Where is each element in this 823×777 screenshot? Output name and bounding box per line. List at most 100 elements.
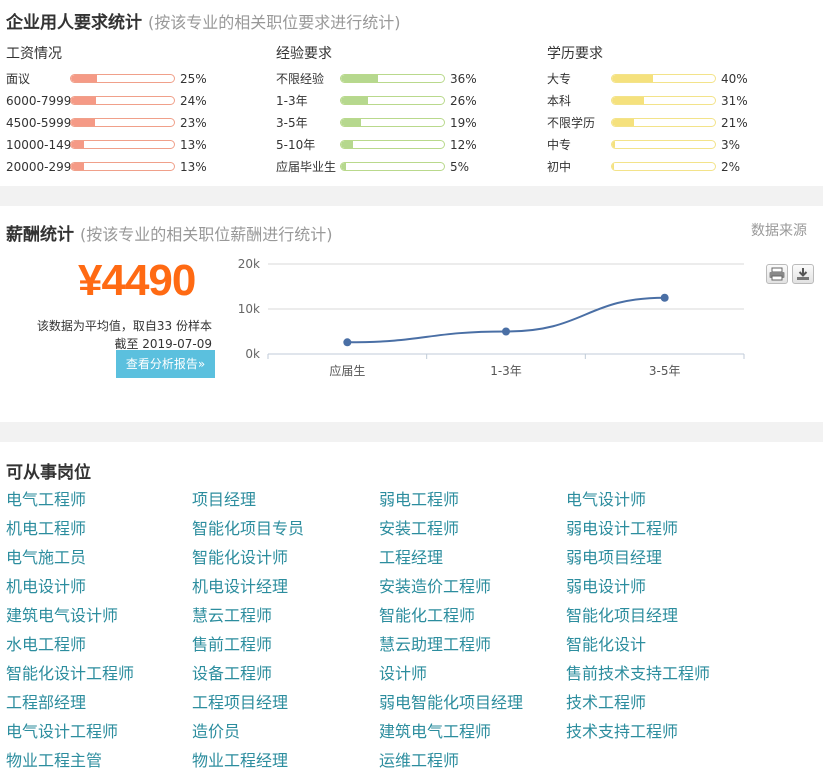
download-icon: [797, 268, 809, 280]
position-link[interactable]: 物业工程经理: [192, 747, 288, 771]
data-point: [502, 327, 510, 336]
experience-progress-fill: [341, 75, 379, 82]
position-link[interactable]: 慧云工程师: [192, 602, 272, 626]
position-link[interactable]: 售前工程师: [192, 631, 272, 655]
position-link[interactable]: 智能化项目专员: [192, 515, 304, 539]
education-percent: 40%: [721, 72, 748, 86]
salary-progress-bar: [70, 140, 175, 149]
experience-progress-bar: [340, 96, 445, 105]
salary-percent: 13%: [180, 160, 207, 174]
experience-progress-bar: [340, 118, 445, 127]
position-link[interactable]: 电气工程师: [6, 486, 86, 510]
experience-label: 1-3年: [276, 94, 308, 108]
position-link[interactable]: 智能化工程师: [379, 602, 475, 626]
salary-heading: 工资情况: [6, 46, 62, 62]
education-row: 大专 40%: [547, 68, 817, 90]
experience-heading: 经验要求: [276, 46, 332, 62]
position-link[interactable]: 工程部经理: [6, 689, 86, 713]
y-tick-label: 20k: [238, 257, 260, 271]
position-link[interactable]: 设备工程师: [192, 660, 272, 684]
salary-row: 6000-7999 24%: [6, 90, 276, 112]
position-link[interactable]: 机电工程师: [6, 515, 86, 539]
section-divider: [0, 186, 823, 206]
position-link[interactable]: 智能化项目经理: [566, 602, 678, 626]
education-progress-fill: [612, 75, 654, 82]
position-link[interactable]: 电气设计师: [566, 486, 646, 510]
salary-row: 4500-5999 23%: [6, 112, 276, 134]
salary-progress-bar: [70, 162, 175, 171]
position-link[interactable]: 机电设计经理: [192, 573, 288, 597]
experience-percent: 12%: [450, 138, 477, 152]
x-tick-label: 1-3年: [490, 364, 522, 378]
salary-percent: 25%: [180, 72, 207, 86]
download-button[interactable]: [792, 264, 814, 284]
position-link[interactable]: 售前技术支持工程师: [566, 660, 710, 684]
section-divider-2: [0, 422, 823, 442]
education-progress-bar: [611, 140, 716, 149]
position-link[interactable]: 建筑电气设计师: [6, 602, 118, 626]
position-link[interactable]: 运维工程师: [379, 747, 459, 771]
salary-progress-fill: [71, 141, 85, 148]
education-label: 不限学历: [547, 116, 596, 130]
salary-progress-fill: [71, 163, 85, 170]
experience-row: 3-5年 19%: [276, 112, 546, 134]
average-salary: ¥4490: [78, 256, 196, 305]
education-label: 本科: [547, 94, 572, 108]
experience-label: 不限经验: [276, 72, 325, 86]
salary-title: 薪酬统计 (按该专业的相关职位薪酬进行统计): [6, 220, 333, 245]
position-link[interactable]: 安装造价工程师: [379, 573, 491, 597]
experience-label: 5-10年: [276, 138, 316, 152]
position-link[interactable]: 技术支持工程师: [566, 718, 678, 742]
salary-rows: 面议 25% 6000-7999 24% 4500-5999 23% 10000-14999…: [6, 68, 276, 178]
series-line: [347, 296, 665, 344]
y-tick-label: 10k: [238, 302, 260, 316]
position-link[interactable]: 造价员: [192, 718, 240, 742]
position-link[interactable]: 水电工程师: [6, 631, 86, 655]
print-icon: [769, 267, 785, 281]
experience-row: 5-10年 12%: [276, 134, 546, 156]
position-link[interactable]: 智能化设计: [566, 631, 646, 655]
position-link[interactable]: 智能化设计师: [192, 544, 288, 568]
salary-label: 10000-14999: [6, 138, 72, 152]
position-link[interactable]: 弱电设计师: [566, 573, 646, 597]
position-link[interactable]: 物业工程主管: [6, 747, 102, 771]
salary-label: 20000-29999: [6, 160, 72, 174]
x-tick-label: 应届生: [329, 363, 365, 378]
position-link[interactable]: 技术工程师: [566, 689, 646, 713]
view-report-button[interactable]: 查看分析报告»: [116, 350, 215, 378]
salary-section: 薪酬统计 (按该专业的相关职位薪酬进行统计) 数据来源 ¥4490 该数据为平均值…: [0, 206, 823, 422]
position-link[interactable]: 弱电设计工程师: [566, 515, 678, 539]
position-link[interactable]: 设计师: [379, 660, 427, 684]
experience-progress-bar: [340, 74, 445, 83]
education-row: 不限学历 21%: [547, 112, 817, 134]
position-link[interactable]: 安装工程师: [379, 515, 459, 539]
position-link[interactable]: 电气施工员: [6, 544, 86, 568]
sample-note: 该数据为平均值，取自33 份样本: [36, 319, 212, 333]
position-link[interactable]: 弱电智能化项目经理: [379, 689, 523, 713]
experience-rows: 不限经验 36% 1-3年 26% 3-5年 19% 5-10年 12% 应届毕业生 5%: [276, 68, 546, 178]
salary-subtitle: (按该专业的相关职位薪酬进行统计): [80, 225, 333, 244]
position-link[interactable]: 电气设计工程师: [6, 718, 118, 742]
position-link[interactable]: 工程项目经理: [192, 689, 288, 713]
data-source-link[interactable]: 数据来源: [751, 220, 807, 240]
salary-title-text: 薪酬统计: [6, 225, 74, 245]
salary-percent: 13%: [180, 138, 207, 152]
education-row: 本科 31%: [547, 90, 817, 112]
education-percent: 21%: [721, 116, 748, 130]
requirements-title-text: 企业用人要求统计: [6, 13, 142, 33]
print-button[interactable]: [766, 264, 788, 284]
salary-progress-fill: [71, 75, 97, 82]
data-point: [660, 293, 669, 302]
salary-row: 面议 25%: [6, 68, 276, 90]
position-link[interactable]: 机电设计师: [6, 573, 86, 597]
position-link[interactable]: 项目经理: [192, 486, 256, 510]
position-link[interactable]: 慧云助理工程师: [379, 631, 491, 655]
position-link[interactable]: 智能化设计工程师: [6, 660, 134, 684]
position-link[interactable]: 弱电项目经理: [566, 544, 662, 568]
education-label: 中专: [547, 138, 572, 152]
position-link[interactable]: 建筑电气工程师: [379, 718, 491, 742]
position-link[interactable]: 工程经理: [379, 544, 443, 568]
position-link[interactable]: 弱电工程师: [379, 486, 459, 510]
experience-progress-bar: [340, 162, 445, 171]
experience-row: 应届毕业生 5%: [276, 156, 546, 178]
